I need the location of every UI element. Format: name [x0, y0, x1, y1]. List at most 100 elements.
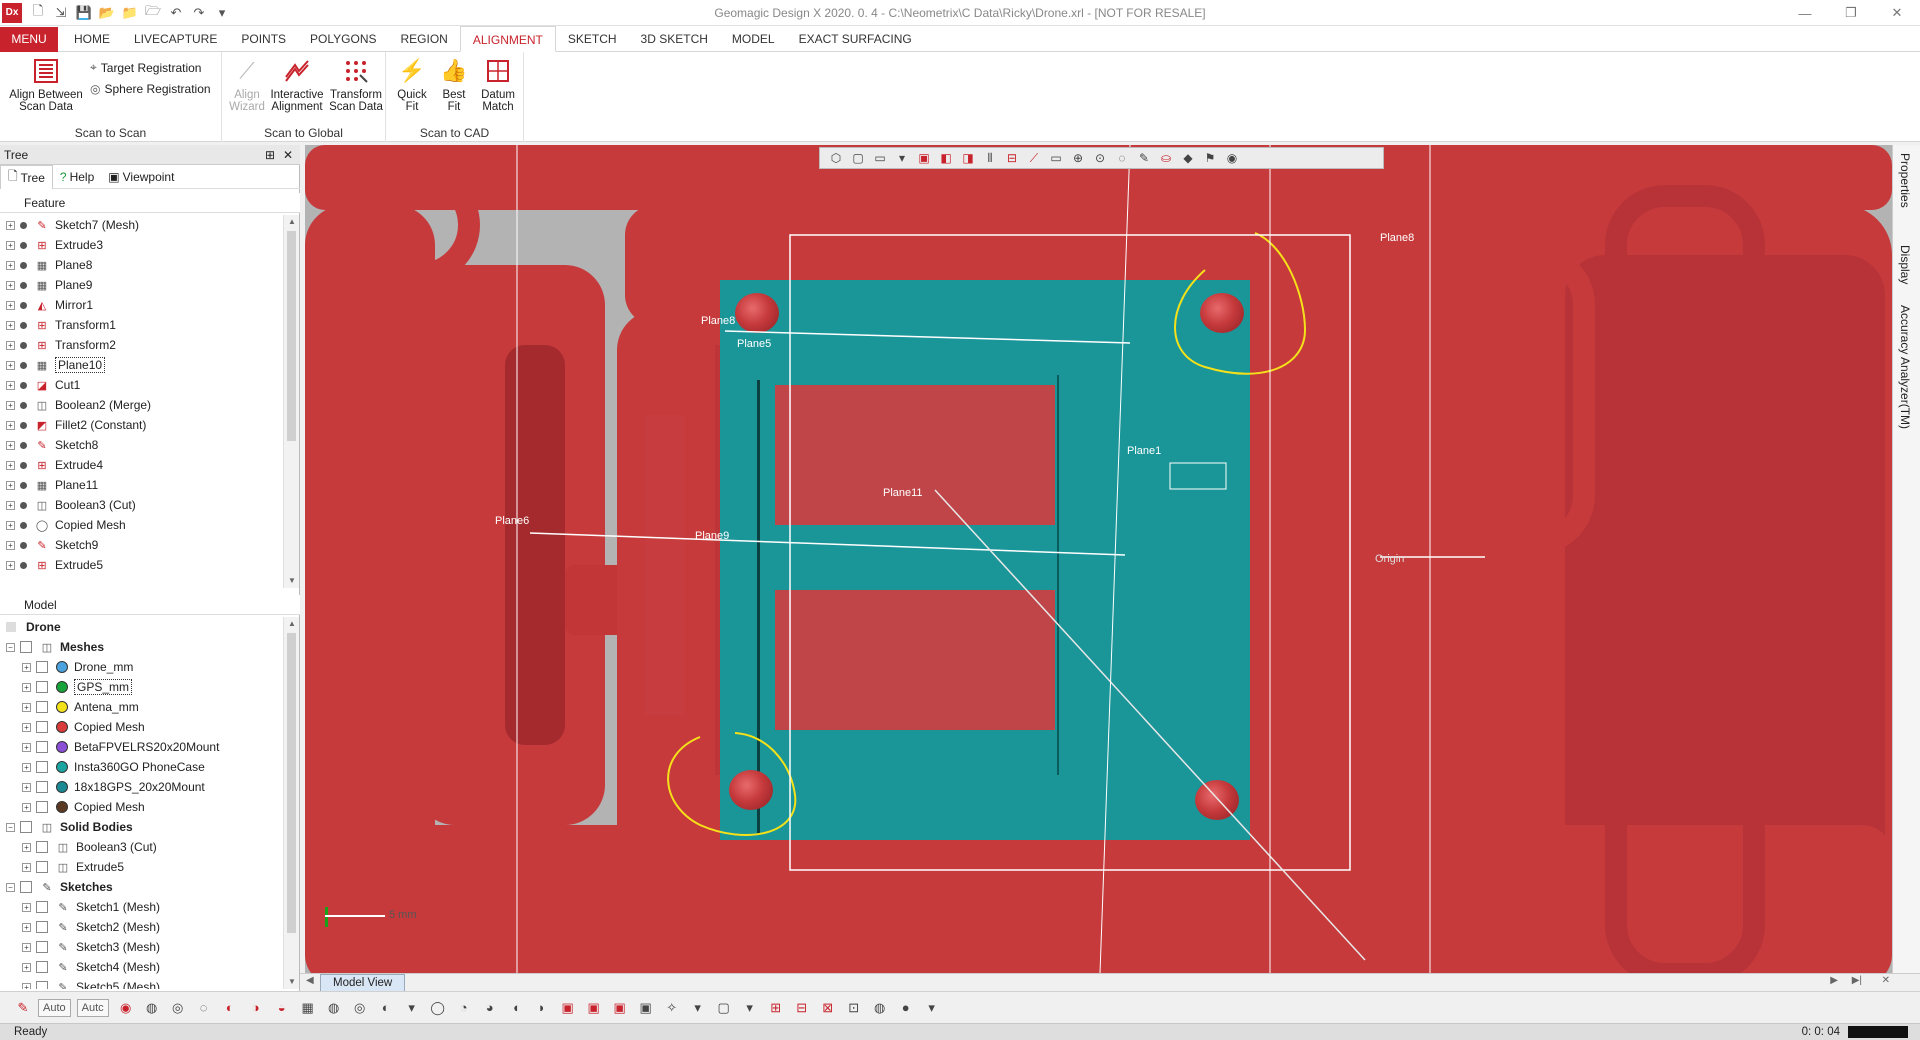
region-icon[interactable]: ◗ — [531, 997, 553, 1019]
expand-icon[interactable]: + — [22, 742, 31, 752]
flag-icon[interactable]: ⚑ — [1200, 149, 1220, 167]
expand-icon[interactable]: + — [6, 460, 15, 470]
sphere-view-icon[interactable]: ◯ — [427, 997, 449, 1019]
feature-item[interactable]: + ◩ Fillet2 (Constant) — [0, 415, 283, 435]
dropdown-icon[interactable]: ▾ — [401, 997, 423, 1019]
expand-icon[interactable]: + — [22, 982, 31, 989]
model-item[interactable]: + ✎ Sketch2 (Mesh) — [0, 917, 283, 937]
quick-fit-button[interactable]: ⚡ Quick Fit — [392, 56, 432, 114]
display-mode-icon[interactable]: ◎ — [167, 997, 189, 1019]
mesh-display-icon[interactable]: ◐ — [375, 997, 397, 1019]
sphere-view-icon[interactable]: ◔ — [453, 997, 475, 1019]
model-item[interactable]: − ◫ Solid Bodies — [0, 817, 283, 837]
expand-icon[interactable]: + — [6, 560, 15, 570]
restore-icon[interactable]: ❐ — [1828, 0, 1874, 26]
expand-icon[interactable]: + — [22, 722, 31, 732]
visibility-checkbox[interactable] — [36, 681, 48, 693]
region-icon[interactable]: ▣ — [635, 997, 657, 1019]
display-mode-icon[interactable]: ◉ — [115, 997, 137, 1019]
visibility-dot-icon[interactable] — [20, 321, 27, 329]
expand-icon[interactable]: + — [22, 902, 31, 912]
transform-scan-data-button[interactable]: Transform Scan Data — [328, 56, 384, 113]
visibility-checkbox[interactable] — [36, 741, 48, 753]
pin-icon[interactable]: ⊞ — [262, 145, 278, 165]
color-icon[interactable]: ● — [895, 997, 917, 1019]
color-icon[interactable]: ◆ — [1178, 149, 1198, 167]
collapse-icon[interactable]: − — [6, 882, 15, 892]
visibility-dot-icon[interactable] — [20, 361, 27, 369]
interactive-alignment-button[interactable]: Interactive Alignment — [268, 56, 326, 113]
tab-model-view[interactable]: Model View — [320, 974, 406, 992]
visibility-checkbox[interactable] — [36, 901, 48, 913]
region-icon[interactable]: ▣ — [609, 997, 631, 1019]
visibility-dot-icon[interactable] — [20, 281, 27, 289]
tab-exact-surfacing[interactable]: EXACT SURFACING — [787, 26, 924, 52]
tab-points[interactable]: POINTS — [229, 26, 298, 52]
visibility-checkbox[interactable] — [36, 981, 48, 989]
poly-select-icon[interactable]: ⊙ — [1090, 149, 1110, 167]
visibility-checkbox[interactable] — [36, 841, 48, 853]
dropdown-icon[interactable]: ▾ — [921, 997, 943, 1019]
model-item[interactable]: +18x18GPS_20x20Mount — [0, 777, 283, 797]
model-item[interactable]: + ✎ Sketch3 (Mesh) — [0, 937, 283, 957]
panel-close-icon[interactable]: ✕ — [280, 145, 296, 165]
tab-sketch[interactable]: SKETCH — [556, 26, 629, 52]
model-item[interactable]: − ✎ Sketches — [0, 877, 283, 897]
mirror-view-icon[interactable]: ⫴ — [980, 149, 1000, 167]
section-icon[interactable]: ◧ — [936, 149, 956, 167]
scroll-down-icon[interactable]: ▼ — [284, 574, 300, 588]
minimize-icon[interactable]: — — [1782, 0, 1828, 26]
selection-mode-icon[interactable]: ✎ — [12, 997, 34, 1019]
model-item[interactable]: + ✎ Sketch1 (Mesh) — [0, 897, 283, 917]
visibility-checkbox[interactable] — [36, 761, 48, 773]
visibility-checkbox[interactable] — [36, 721, 48, 733]
visibility-dot-icon[interactable] — [20, 421, 27, 429]
expand-icon[interactable]: + — [6, 540, 15, 550]
expand-icon[interactable]: + — [6, 500, 15, 510]
model-item[interactable]: + Copied Mesh — [0, 717, 283, 737]
model-item[interactable]: + BetaFPVELRS20x20Mount — [0, 737, 283, 757]
feature-item[interactable]: + ✎ Sketch8 — [0, 435, 283, 455]
highlight-icon[interactable]: ⛀ — [1156, 149, 1176, 167]
measure-icon[interactable]: ◍ — [869, 997, 891, 1019]
expand-icon[interactable]: + — [6, 320, 15, 330]
feature-item[interactable]: + ✎ Sketch7 (Mesh) — [0, 215, 283, 235]
visibility-checkbox[interactable] — [36, 781, 48, 793]
expand-icon[interactable]: + — [6, 360, 15, 370]
circle-select-icon[interactable]: ⊕ — [1068, 149, 1088, 167]
tab-3d-sketch[interactable]: 3D SKETCH — [629, 26, 720, 52]
feature-item[interactable]: + ▦ Plane8 — [0, 255, 283, 275]
tab-accuracy-analyzer[interactable]: Accuracy Analyzer(TM) — [1898, 305, 1912, 429]
feature-item[interactable]: + ◫ Boolean2 (Merge) — [0, 395, 283, 415]
expand-icon[interactable]: + — [22, 782, 31, 792]
scroll-up-icon[interactable]: ▲ — [284, 215, 300, 229]
tab-viewpoint[interactable]: ▣ Viewpoint — [101, 165, 181, 189]
selection-filter-dropdown-2[interactable]: Autc — [76, 998, 109, 1017]
plane-label[interactable]: Plane9 — [695, 530, 729, 542]
datum-match-button[interactable]: Datum Match — [476, 56, 520, 113]
feature-item[interactable]: + ⊞ Extrude4 — [0, 455, 283, 475]
model-item[interactable]: + ◫ Boolean3 (Cut) — [0, 837, 283, 857]
view-cube-icon[interactable]: ▢ — [848, 149, 868, 167]
tab-help[interactable]: ? Help — [53, 165, 101, 189]
model-item[interactable]: + ✎ Sketch5 (Mesh) — [0, 977, 283, 989]
page-icon[interactable]: ▢ — [713, 997, 735, 1019]
tab-alignment[interactable]: ALIGNMENT — [459, 26, 556, 52]
visibility-toggle-icon[interactable]: ◉ — [1222, 149, 1242, 167]
dropdown-icon[interactable]: ▾ — [687, 997, 709, 1019]
expand-icon[interactable]: + — [6, 480, 15, 490]
expand-icon[interactable]: + — [22, 922, 31, 932]
plane-label[interactable]: Plane11 — [883, 487, 923, 499]
visibility-dot-icon[interactable] — [20, 401, 27, 409]
expand-icon[interactable]: + — [22, 942, 31, 952]
plane-label[interactable]: Plane6 — [495, 515, 529, 527]
visibility-checkbox[interactable] — [36, 661, 48, 673]
3d-viewport[interactable]: Plane8 Plane8 Plane5 Plane1 Plane11 Plan… — [305, 145, 1892, 973]
scroll-thumb[interactable] — [287, 633, 296, 933]
feature-item[interactable]: + ⊞ Transform1 — [0, 315, 283, 335]
expand-icon[interactable]: + — [22, 702, 31, 712]
best-fit-button[interactable]: 👍 Best Fit — [434, 56, 474, 114]
region-icon[interactable]: ▣ — [583, 997, 605, 1019]
view-scroll-left-icon[interactable]: ◀ — [306, 975, 314, 986]
visibility-dot-icon[interactable] — [20, 341, 27, 349]
